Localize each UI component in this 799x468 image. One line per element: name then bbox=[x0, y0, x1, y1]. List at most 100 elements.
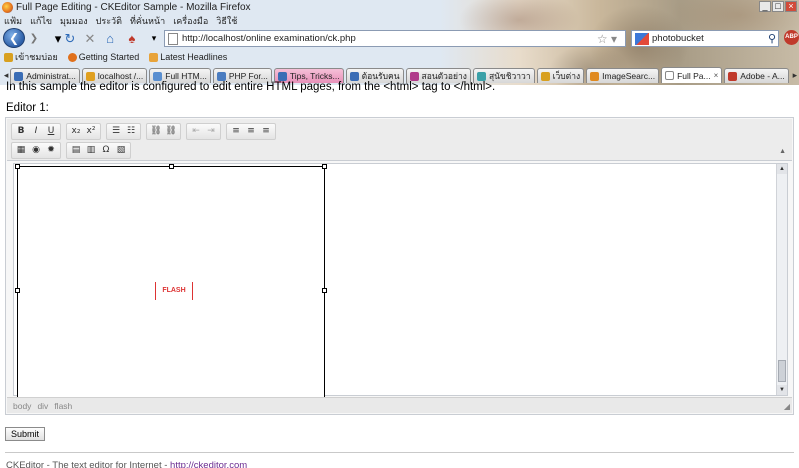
navigation-toolbar: ❮ ❯ ▾ ↻ ✕ ⌂ ♠ ▾ http://localhost/online … bbox=[0, 27, 799, 49]
stop-icon[interactable]: ✕ bbox=[82, 31, 98, 46]
footer: CKEditor - The text editor for Internet … bbox=[6, 460, 247, 468]
toolbar-button[interactable]: ≡ bbox=[259, 125, 273, 138]
scroll-thumb[interactable] bbox=[778, 360, 786, 382]
tab-close-icon[interactable]: × bbox=[714, 71, 719, 80]
page-icon bbox=[168, 32, 178, 45]
resize-handle[interactable] bbox=[322, 288, 327, 293]
menu-help[interactable]: วิธีใช้ bbox=[216, 14, 237, 26]
path-item-div[interactable]: div bbox=[37, 401, 48, 411]
bookmark-star-icon[interactable]: ☆ ▾ bbox=[597, 32, 617, 46]
tab-favicon-icon bbox=[216, 71, 226, 81]
search-icon[interactable]: ⚲ bbox=[768, 32, 776, 45]
back-button[interactable]: ❮ bbox=[3, 28, 25, 48]
forward-button[interactable]: ❯ bbox=[27, 32, 41, 45]
bookmark-latest-headlines[interactable]: Latest Headlines bbox=[149, 52, 227, 62]
toolbar-button[interactable]: ⛓ bbox=[164, 125, 178, 138]
toolbar-button[interactable]: ⛓ bbox=[149, 125, 163, 138]
toolbar-row-2: ▦ ◉ ✹ ▤ ▥ Ω ▧ bbox=[11, 142, 131, 159]
toolbar-button[interactable]: ≡ bbox=[244, 125, 258, 138]
resize-handle[interactable] bbox=[322, 164, 327, 169]
browser-tab[interactable]: Adobe - A... bbox=[724, 68, 789, 83]
toolbar-group: BIU bbox=[11, 123, 61, 140]
window-title: Full Page Editing - CKEditor Sample - Mo… bbox=[16, 1, 251, 13]
tab-favicon-icon bbox=[14, 71, 24, 81]
menu-history[interactable]: ประวัติ bbox=[96, 14, 122, 26]
toolbar-button[interactable]: ▤ bbox=[69, 144, 83, 157]
tab-favicon-icon bbox=[85, 71, 95, 81]
toolbar-group: ▦ ◉ ✹ bbox=[11, 142, 61, 159]
maximize-button[interactable]: □ bbox=[772, 1, 784, 12]
tab-label: Full HTM... bbox=[165, 71, 207, 81]
tab-label: Full Pa... bbox=[677, 70, 711, 81]
home-icon[interactable]: ⌂ bbox=[102, 31, 118, 46]
editor-resize-icon[interactable]: ◢ bbox=[784, 402, 790, 411]
toolbar-button[interactable]: Ω bbox=[99, 144, 113, 157]
toolbar-button[interactable]: ⇥ bbox=[204, 125, 218, 138]
submit-button[interactable]: Submit bbox=[5, 427, 46, 441]
tab-favicon-icon bbox=[728, 71, 738, 81]
toolbar-button[interactable]: ☷ bbox=[124, 125, 138, 138]
search-engine-icon[interactable] bbox=[635, 32, 649, 45]
tab-favicon-icon bbox=[409, 71, 419, 81]
reload-icon[interactable]: ↻ bbox=[62, 31, 78, 46]
toolbar-button[interactable]: ⇤ bbox=[189, 125, 203, 138]
tab-scroll-right-icon[interactable]: ▸ bbox=[791, 68, 799, 83]
bookmark-most-visited[interactable]: เข้าชมบ่อย bbox=[4, 50, 58, 64]
address-bar[interactable]: http://localhost/online examination/ck.p… bbox=[164, 30, 626, 47]
url-text[interactable]: http://localhost/online examination/ck.p… bbox=[182, 33, 356, 44]
toolbar-button[interactable]: B bbox=[14, 125, 28, 138]
resize-handle[interactable] bbox=[15, 164, 20, 169]
path-item-body[interactable]: body bbox=[13, 401, 31, 411]
tab-favicon-icon bbox=[277, 71, 287, 81]
folder-icon bbox=[4, 52, 13, 62]
toolbar-button[interactable]: x₂ bbox=[69, 125, 83, 138]
toolbar-button[interactable]: ✹ bbox=[44, 144, 58, 157]
toolbar-button[interactable]: I bbox=[29, 125, 43, 138]
browser-tab[interactable]: ImageSearc... bbox=[586, 68, 660, 83]
ckeditor: B I Ux₂ x² ☰ ☷ ⛓ ⛓ ⇤ ⇥ ≡ ≡ ≡ ▦ ◉ ✹ ▤ ▥ Ω ▧ ▲ FLASH ▲ ▼ bod… bbox=[5, 117, 794, 415]
adblock-icon[interactable]: ABP bbox=[784, 30, 799, 45]
addon-icon[interactable]: ♠ bbox=[124, 31, 140, 46]
tab-favicon-icon bbox=[665, 71, 675, 80]
toolbar-group: ☰ ☷ bbox=[106, 123, 141, 140]
menu-view[interactable]: มุมมอง bbox=[60, 14, 88, 26]
toolbar-button[interactable]: ▥ bbox=[84, 144, 98, 157]
toolbar-button[interactable]: ▦ bbox=[14, 144, 28, 157]
footer-link[interactable]: http://ckeditor.com bbox=[170, 460, 247, 468]
search-input[interactable]: photobucket bbox=[652, 33, 704, 44]
search-bar[interactable]: photobucket ⚲ bbox=[631, 30, 779, 47]
path-item-flash[interactable]: flash bbox=[54, 401, 72, 411]
menu-edit[interactable]: แก้ไข bbox=[30, 14, 52, 26]
tab-label: Adobe - A... bbox=[740, 71, 785, 81]
addon-dropdown-icon[interactable]: ▾ bbox=[146, 31, 162, 46]
toolbar-button[interactable]: x² bbox=[84, 125, 98, 138]
minimize-button[interactable]: _ bbox=[759, 1, 771, 12]
toolbar-button[interactable]: ▧ bbox=[114, 144, 128, 157]
tab-favicon-icon bbox=[476, 71, 486, 81]
flash-placeholder[interactable]: FLASH bbox=[15, 164, 327, 398]
close-button[interactable]: × bbox=[785, 1, 797, 12]
tab-favicon-icon bbox=[590, 71, 600, 81]
resize-handle[interactable] bbox=[169, 164, 174, 169]
toolbar-group: ⛓ ⛓ bbox=[146, 123, 181, 140]
bookmark-getting-started[interactable]: Getting Started bbox=[67, 52, 139, 62]
menu-bookmarks[interactable]: ที่คั่นหน้า bbox=[130, 14, 165, 26]
toolbar-button[interactable]: U bbox=[44, 125, 58, 138]
collapse-toolbar-icon[interactable]: ▲ bbox=[779, 148, 786, 155]
scroll-down-icon[interactable]: ▼ bbox=[777, 385, 787, 395]
browser-tab[interactable]: เว็บต่าง bbox=[536, 68, 585, 83]
tab-favicon-icon bbox=[540, 71, 550, 81]
toolbar-button[interactable]: ≡ bbox=[229, 125, 243, 138]
resize-handle[interactable] bbox=[15, 288, 20, 293]
toolbar-group: x₂ x² bbox=[66, 123, 101, 140]
toolbar-button[interactable]: ◉ bbox=[29, 144, 43, 157]
scroll-up-icon[interactable]: ▲ bbox=[777, 164, 787, 174]
window-controls: _ □ × bbox=[759, 1, 797, 12]
menu-file[interactable]: แฟ้ม bbox=[4, 14, 22, 26]
toolbar-button[interactable]: ☰ bbox=[109, 125, 123, 138]
vertical-scrollbar[interactable]: ▲ ▼ bbox=[776, 164, 787, 395]
editor-content-area[interactable]: FLASH ▲ ▼ bbox=[13, 163, 788, 398]
elements-path-bar: body div flash bbox=[7, 397, 792, 413]
menu-tools[interactable]: เครื่องมือ bbox=[173, 14, 208, 26]
browser-tab[interactable]: Full Pa... × bbox=[661, 67, 723, 83]
